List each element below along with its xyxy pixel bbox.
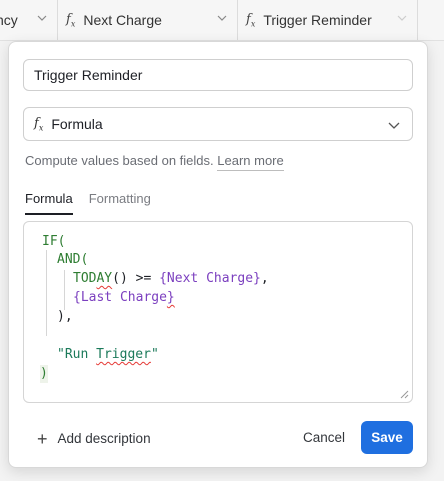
indent-guide	[46, 250, 47, 336]
code-operator: () >=	[112, 271, 160, 286]
grid-header: ncy fx Next Charge fx Trigger Reminder	[0, 0, 444, 41]
column-label: Trigger Reminder	[263, 12, 372, 28]
field-config-popup: fx Formula Compute values based on field…	[8, 41, 428, 468]
indent-guide	[64, 270, 65, 310]
code-function: )	[40, 366, 48, 381]
chevron-down-icon[interactable]	[397, 13, 407, 23]
code-line-1: IF(	[42, 233, 65, 251]
code-line-8: )	[40, 365, 48, 383]
column-header-trigger-reminder[interactable]: fx Trigger Reminder	[238, 0, 418, 40]
add-description-button[interactable]: + Add description	[37, 428, 151, 449]
code-operator: ,	[260, 271, 269, 286]
column-header-currency[interactable]: ncy	[0, 0, 58, 40]
chevron-down-icon	[388, 122, 400, 129]
code-operator: ),	[57, 309, 73, 324]
formula-editor[interactable]: IF( AND( TODAY() >= {Next Charge}, {Last…	[23, 221, 413, 403]
resize-handle-icon[interactable]	[399, 389, 409, 399]
code-line-2: AND(	[57, 251, 88, 269]
code-function: TOD	[73, 271, 97, 286]
column-label: Next Charge	[83, 12, 162, 28]
code-field-reference: {Next Charge}	[159, 271, 261, 286]
code-line-4: {Last Charge}	[73, 289, 175, 307]
code-string-misspelled: Trigger	[96, 347, 151, 362]
code-field-reference: {Last Charge	[73, 290, 167, 305]
cancel-button[interactable]: Cancel	[303, 430, 345, 445]
column-header-next-charge[interactable]: fx Next Charge	[58, 0, 238, 40]
fx-icon: fx	[34, 115, 44, 133]
field-type-label: Formula	[51, 116, 103, 132]
formula-tabs: Formula Formatting	[25, 191, 167, 215]
code-function: AND(	[57, 252, 89, 267]
code-line-5: ),	[57, 308, 73, 326]
code-field-reference-end: }	[166, 290, 175, 305]
chevron-down-icon[interactable]	[37, 13, 47, 23]
code-function-misspelled: AY	[96, 271, 113, 286]
field-type-select[interactable]: fx Formula	[23, 107, 413, 141]
field-type-help: Compute values based on fields. Learn mo…	[25, 153, 284, 171]
chevron-down-icon[interactable]	[217, 13, 227, 23]
code-function: IF(	[42, 234, 66, 249]
field-name-input[interactable]	[23, 59, 413, 91]
tab-formula[interactable]: Formula	[25, 191, 73, 215]
add-description-label: Add description	[57, 431, 151, 446]
column-label: ncy	[0, 12, 18, 28]
fx-icon: fx	[66, 11, 76, 29]
learn-more-link[interactable]: Learn more	[217, 153, 284, 171]
code-string: "	[150, 347, 159, 362]
plus-icon: +	[37, 428, 48, 449]
help-text: Compute values based on fields.	[25, 153, 214, 168]
fx-icon: fx	[246, 11, 256, 29]
tab-formatting[interactable]: Formatting	[89, 191, 151, 213]
code-line-3: TODAY() >= {Next Charge},	[73, 270, 269, 288]
code-string: "Run	[57, 347, 97, 362]
save-button[interactable]: Save	[361, 421, 413, 454]
code-line-7: "Run Trigger"	[57, 346, 159, 364]
